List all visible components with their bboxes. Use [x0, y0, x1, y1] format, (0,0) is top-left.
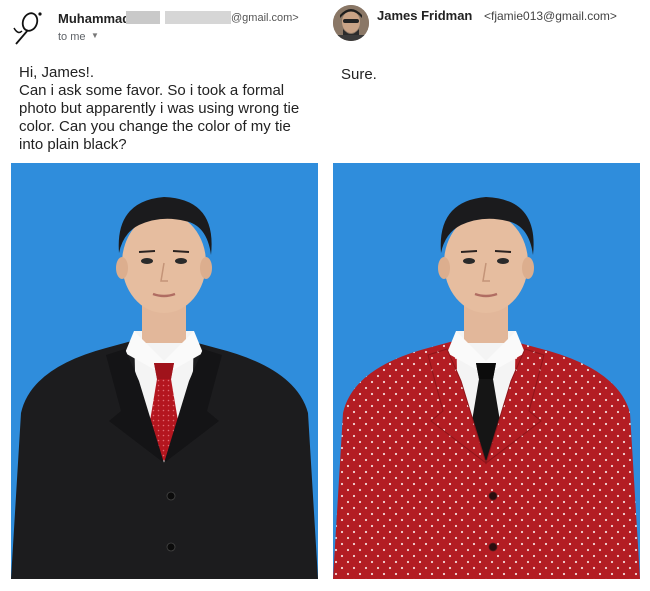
original-message-body: Hi, James!. Can i ask some favor. So i t… [19, 64, 319, 154]
reply-sender-name[interactable]: James Fridman [377, 8, 472, 23]
original-photo [11, 163, 318, 579]
reply-sender-email: <fjamie013@gmail.com> [484, 9, 617, 23]
sender-email: @gmail.com> [231, 12, 299, 24]
sender-signature-logo [8, 8, 48, 48]
edited-photo [333, 163, 640, 579]
message-line: into plain black? [19, 136, 127, 153]
avatar[interactable] [333, 5, 369, 41]
message-line: Hi, James!. [19, 64, 95, 81]
message-line: photo but apparently i was using wrong t… [19, 100, 300, 117]
recipient-label[interactable]: to me [58, 31, 86, 43]
chevron-down-icon[interactable]: ▼ [91, 31, 99, 40]
message-line: color. Can you change the color of my ti… [19, 118, 291, 135]
sender-name[interactable]: Muhammad [58, 11, 130, 26]
message-line: Can i ask some favor. So i took a formal [19, 82, 285, 99]
reply-message-body: Sure. [341, 66, 377, 83]
redacted-email-part [165, 11, 231, 24]
redacted-email-part [126, 11, 160, 24]
